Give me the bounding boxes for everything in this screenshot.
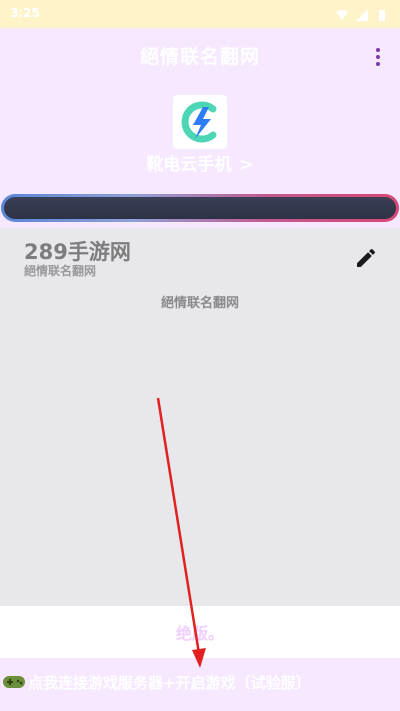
card-subtitle: 絕情联名翻网: [24, 264, 97, 278]
status-bar: 3:25: [0, 0, 400, 28]
battery-icon: [376, 6, 388, 21]
cloud-phone-label: 靴电云手机: [146, 155, 232, 175]
wifi-icon: [336, 6, 348, 20]
progress-bar: [1, 194, 399, 222]
more-menu-icon[interactable]: [374, 48, 382, 68]
hint-text: 绝版。: [175, 624, 224, 643]
app-title: 絕情联名翻网: [139, 46, 260, 68]
game-card: [0, 228, 400, 606]
connect-button-label: 点我连接游戏服务器+开启游戏〔试验服〕: [28, 674, 311, 692]
app-logo: [173, 95, 227, 149]
signal-icon: [356, 6, 368, 21]
chevron-right-icon: >: [239, 155, 254, 175]
status-icons: [336, 6, 388, 21]
card-center-text: 絕情联名翻网: [160, 296, 239, 311]
gamepad-icon: [2, 672, 26, 692]
edit-pencil-icon[interactable]: [354, 246, 378, 270]
status-time: 3:25: [10, 6, 40, 20]
cloud-phone-link[interactable]: 靴电云手机 >: [0, 150, 400, 175]
progress-bar-inner: [4, 197, 396, 219]
